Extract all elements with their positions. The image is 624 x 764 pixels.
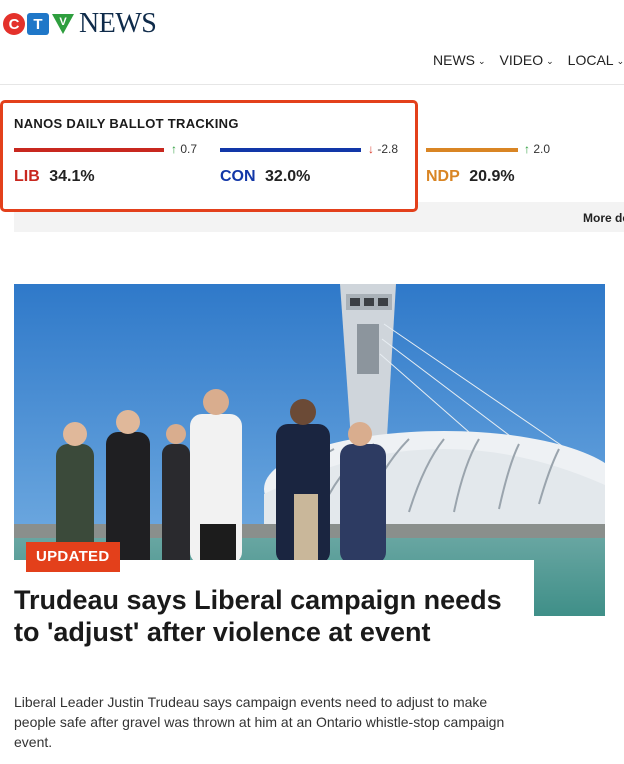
party-abbr: CON (220, 168, 256, 185)
nav-item-news[interactable]: NEWS ⌄ (433, 52, 486, 68)
chevron-down-icon: ⌄ (616, 55, 624, 66)
party-change-ndp: ↑ 2.0 (524, 142, 550, 156)
logo-c-circle: C (3, 13, 25, 35)
party-bar-ndp (426, 148, 518, 152)
party-bar-con (220, 148, 361, 152)
logo-v-triangle: V (52, 14, 74, 34)
nav-item-video[interactable]: VIDEO ⌄ (500, 52, 554, 68)
story-headline[interactable]: Trudeau says Liberal campaign needs to '… (14, 584, 534, 648)
top-nav: NEWS ⌄ VIDEO ⌄ LOCAL ⌄ (433, 52, 624, 68)
party-label-ndp: NDP 20.9% (426, 168, 515, 186)
tracker-title: NANOS DAILY BALLOT TRACKING (14, 116, 239, 131)
logo-wordmark: NEWS (79, 8, 157, 39)
party-percent: 20.9% (469, 168, 515, 185)
party-change-lib: ↑ 0.7 (171, 142, 197, 156)
arrow-up-icon: ↑ (171, 142, 177, 156)
logo-letter-t: T (33, 15, 43, 33)
change-value: 2.0 (533, 142, 551, 156)
logo-letter-v: V (59, 16, 67, 28)
party-bar-lib (14, 148, 164, 152)
party-label-con: CON 32.0% (220, 168, 310, 186)
change-value: -2.8 (377, 142, 399, 156)
chevron-down-icon: ⌄ (546, 55, 554, 66)
logo-t-square: T (27, 13, 49, 35)
ctv-news-logo[interactable]: C T V NEWS (3, 8, 157, 39)
party-label-lib: LIB 34.1% (14, 168, 95, 186)
party-abbr: LIB (14, 168, 40, 185)
change-value: 0.7 (180, 142, 198, 156)
updated-badge: UPDATED (26, 542, 120, 572)
nav-item-label: LOCAL (567, 52, 614, 68)
nav-item-label: NEWS (433, 52, 475, 68)
arrow-up-icon: ↑ (524, 142, 530, 156)
party-abbr: NDP (426, 168, 460, 185)
nav-item-label: VIDEO (499, 52, 544, 68)
chevron-down-icon: ⌄ (478, 55, 486, 66)
logo-letter-c: C (8, 15, 20, 33)
header-divider (0, 84, 624, 85)
party-change-con: ↓ -2.8 (368, 142, 398, 156)
party-percent: 32.0% (265, 168, 311, 185)
nav-item-local[interactable]: LOCAL ⌄ (568, 52, 624, 68)
more-details-link[interactable]: More details (583, 211, 624, 225)
story-summary: Liberal Leader Justin Trudeau says campa… (14, 694, 505, 750)
party-percent: 34.1% (49, 168, 95, 185)
arrow-down-icon: ↓ (368, 142, 374, 156)
